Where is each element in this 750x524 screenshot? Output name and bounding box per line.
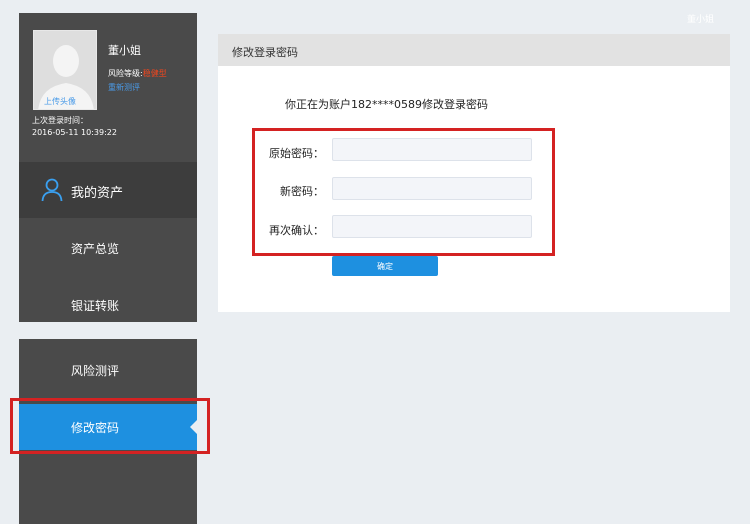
sidebar-item-asset-overview[interactable]: 资产总览 <box>71 240 119 257</box>
sidebar-item-label: 我的资产 <box>71 186 124 201</box>
submit-button[interactable]: 确定 <box>332 256 438 276</box>
profile-name: 董小姐 <box>108 44 141 57</box>
upload-avatar-link[interactable]: 上传头像 <box>44 96 76 107</box>
card-header: 修改登录密码 <box>218 34 730 66</box>
sidebar-item-my-assets[interactable]: 我的资产 <box>19 162 197 218</box>
highlight-box-form <box>252 128 555 256</box>
risk-level-label: 风险等级: <box>108 69 143 78</box>
sidebar-account-panel: 上传头像 董小姐 风险等级:稳健型 重新测评 上次登录时间： 2016-05-1… <box>19 13 197 322</box>
header-user-name[interactable]: 董小姐 <box>687 12 714 25</box>
risk-level-value: 稳健型 <box>142 69 167 78</box>
page-title: 修改登录密码 <box>232 46 298 59</box>
retest-link[interactable]: 重新测评 <box>108 82 140 93</box>
person-icon <box>41 178 63 202</box>
highlight-box-sidebar <box>10 398 210 454</box>
last-login-time: 2016-05-11 10:39:22 <box>32 128 117 137</box>
sidebar-item-bank-transfer[interactable]: 银证转账 <box>71 297 119 314</box>
risk-level: 风险等级:稳健型 <box>108 68 167 79</box>
sidebar-item-risk-assessment[interactable]: 风险测评 <box>71 362 119 379</box>
account-notice: 你正在为账户182****0589修改登录密码 <box>285 98 488 111</box>
last-login-label: 上次登录时间： <box>32 116 88 125</box>
